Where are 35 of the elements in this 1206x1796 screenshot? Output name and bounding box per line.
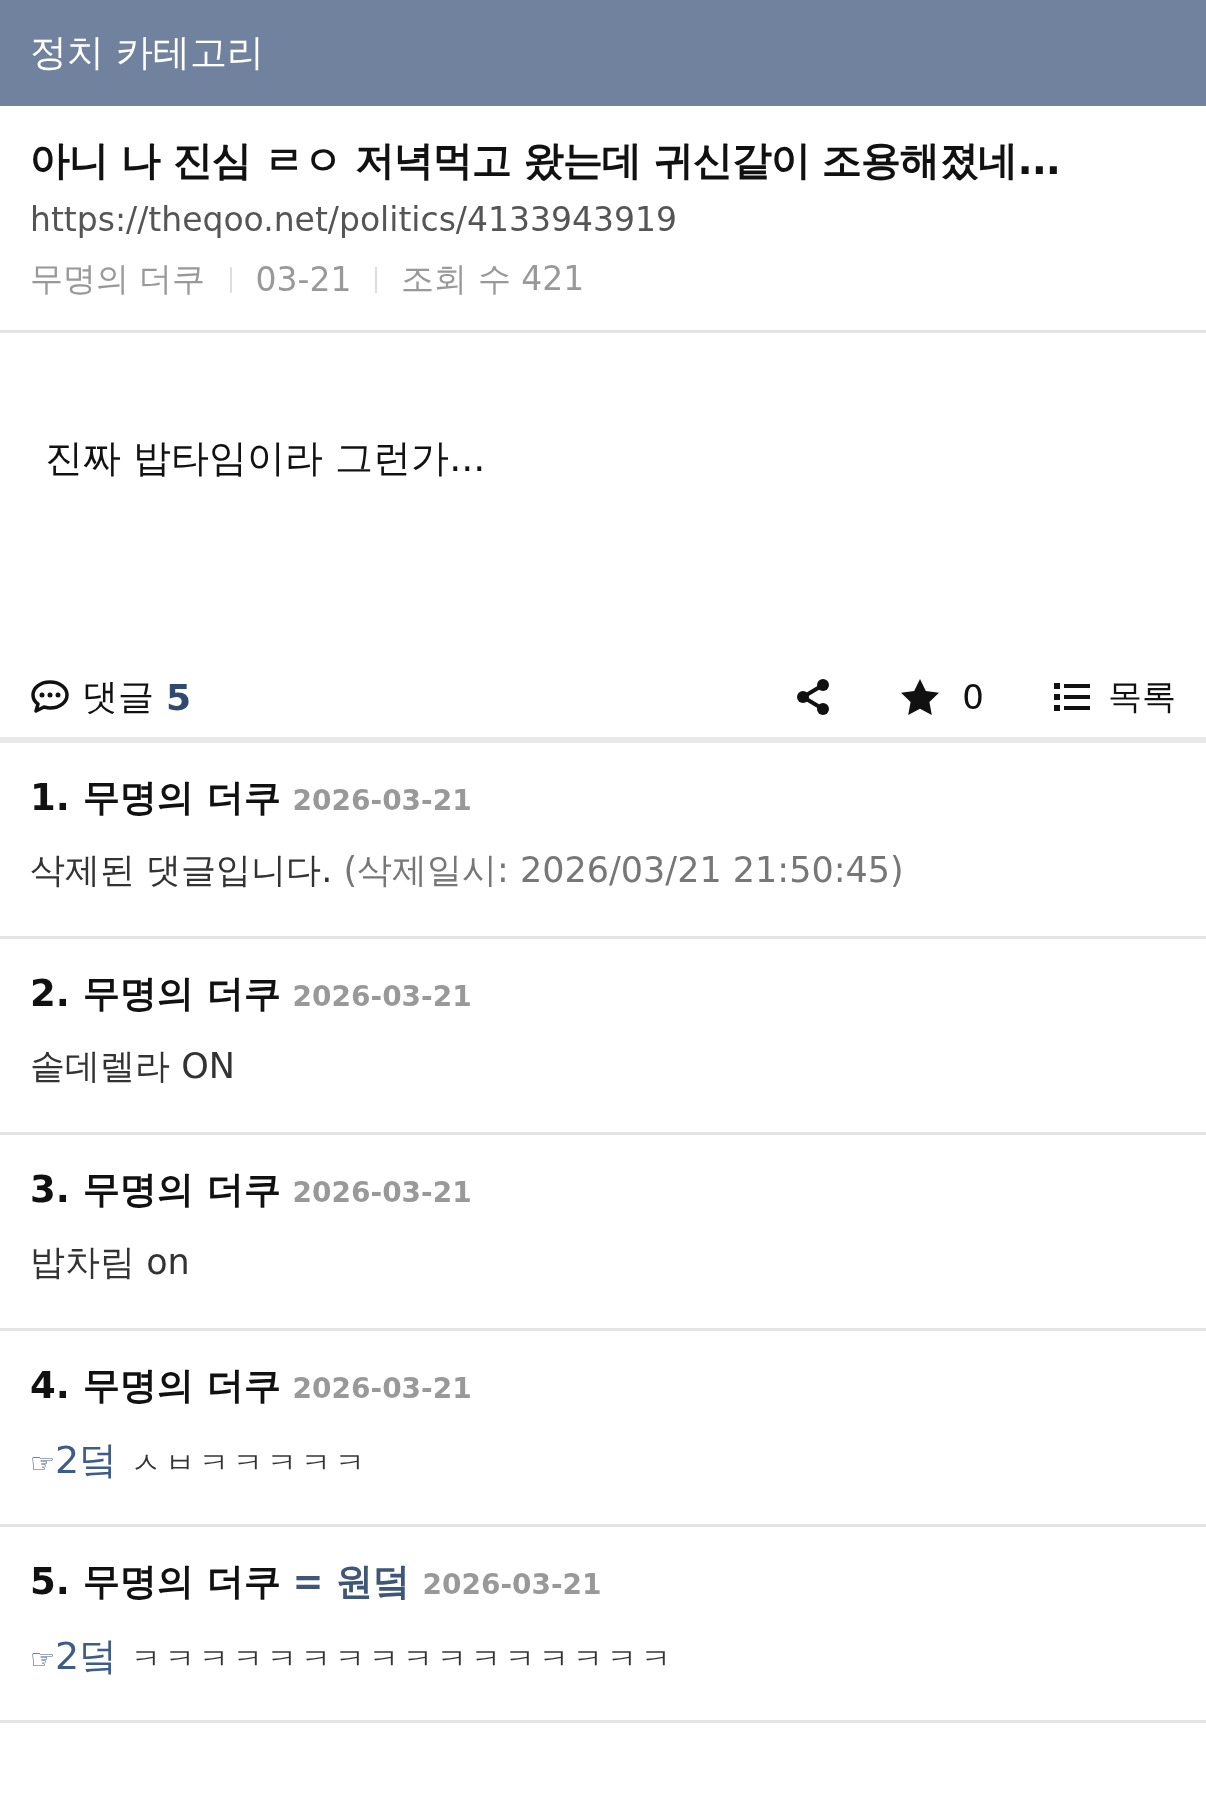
category-title: 정치 카테고리 <box>30 30 264 76</box>
comment-count: 5 <box>166 676 192 718</box>
list-icon <box>1054 682 1090 712</box>
comment-date: 2026-03-21 <box>292 784 472 817</box>
comment-text: ㅅㅂㅋㅋㅋㅋㅋ <box>131 1444 370 1482</box>
post-title: 아니 나 진심 ㄹㅇ 저녁먹고 왔는데 귀신같이 조용해졌네... <box>30 136 1062 185</box>
comment-author: 4. 무명의 더쿠 <box>30 1363 281 1409</box>
comment-date: 2026-03-21 <box>292 980 472 1013</box>
author-tag: = 원덬 <box>292 1557 411 1607</box>
post-author: 무명의 더쿠 <box>30 258 206 300</box>
share-icon[interactable] <box>796 679 831 715</box>
comment-text: 삭제된 댓글입니다. (삭제일시: 2026/03/21 21:50:45) <box>30 849 905 892</box>
post-body: 진짜 밥타임이라 그런가... <box>45 435 487 482</box>
comment-date: 2026-03-21 <box>292 1372 472 1405</box>
comment-author: 1. 무명의 더쿠 <box>30 775 281 821</box>
comment-text: ㅋㅋㅋㅋㅋㅋㅋㅋㅋㅋㅋㅋㅋㅋㅋㅋ <box>131 1640 676 1678</box>
pointing-hand-icon: ☞ <box>30 1447 56 1480</box>
speech-bubble-icon <box>30 679 70 715</box>
view-count: 조회 수 421 <box>401 258 585 300</box>
reply-link[interactable]: 2덬 <box>55 1435 118 1486</box>
post-date: 03-21 <box>255 260 352 299</box>
like-count: 0 <box>962 677 984 717</box>
comment-date: 2026-03-21 <box>422 1568 602 1601</box>
star-icon[interactable] <box>900 678 941 716</box>
comment-text: 솥데렐라 ON <box>30 1045 236 1088</box>
comments-label: 댓글 <box>82 674 154 719</box>
comment-author: 3. 무명의 더쿠 <box>30 1167 281 1213</box>
list-button[interactable]: 목록 <box>1054 674 1176 720</box>
comment-text: 밥차림 on <box>30 1241 191 1284</box>
pointing-hand-icon: ☞ <box>30 1643 56 1676</box>
comment-author: 5. 무명의 더쿠 <box>30 1559 281 1605</box>
reply-link[interactable]: 2덬 <box>55 1631 118 1682</box>
comment-date: 2026-03-21 <box>292 1176 472 1209</box>
post-url[interactable]: https://theqoo.net/politics/4133943919 <box>30 200 1176 239</box>
comment-author: 2. 무명의 더쿠 <box>30 971 281 1017</box>
